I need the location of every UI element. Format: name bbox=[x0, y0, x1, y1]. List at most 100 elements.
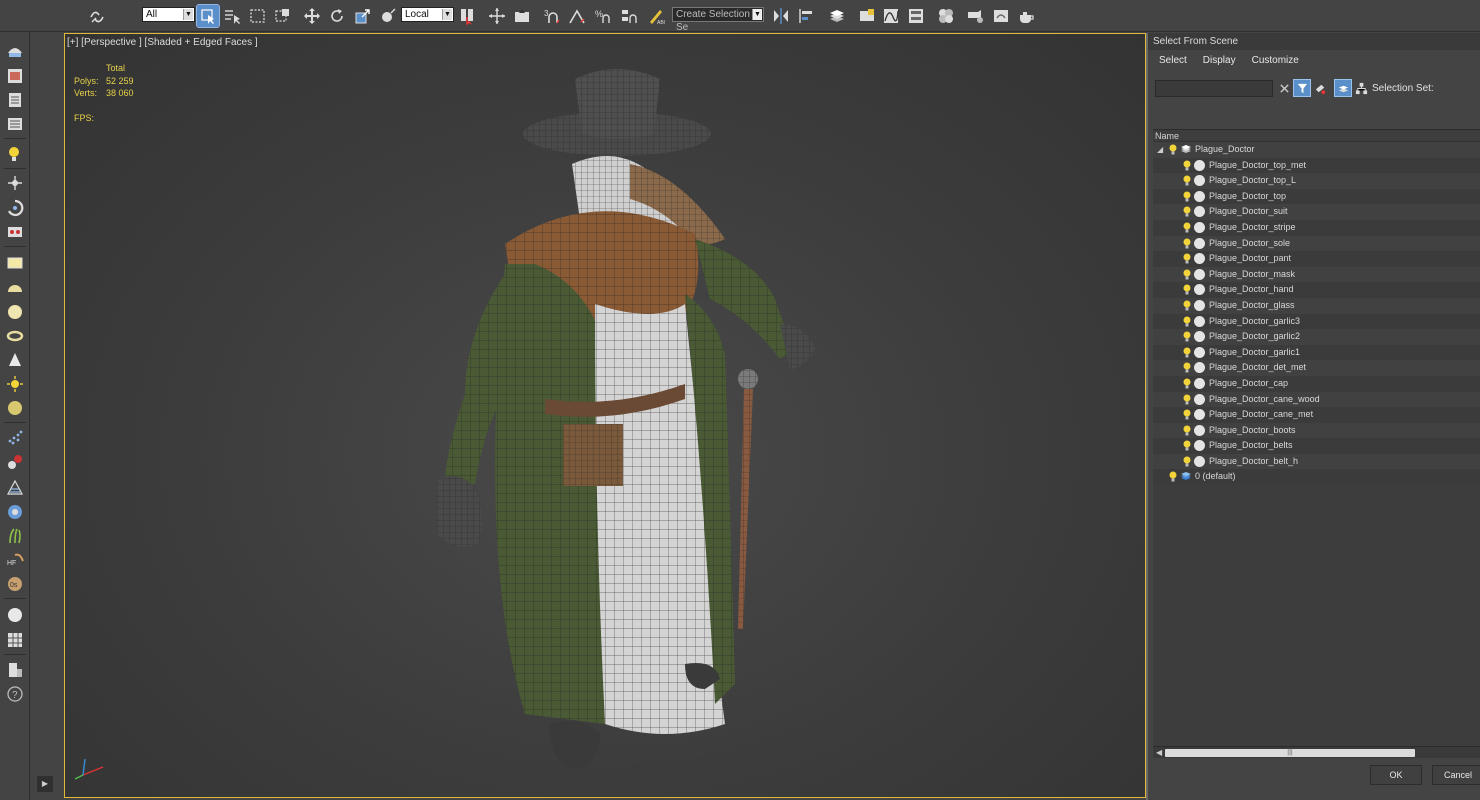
list-item[interactable]: Plague_Doctor_garlic2 bbox=[1153, 329, 1480, 345]
sun-light-icon[interactable] bbox=[5, 374, 25, 394]
list-item[interactable]: Plague_Doctor_suit bbox=[1153, 204, 1480, 220]
keyboard-shortcut-icon[interactable] bbox=[511, 5, 533, 27]
lightbulb-icon[interactable] bbox=[1183, 206, 1191, 217]
list-item[interactable]: Plague_Doctor_belt_h bbox=[1153, 453, 1480, 470]
lightbulb-icon[interactable] bbox=[1183, 175, 1191, 186]
horizontal-scrollbar[interactable]: ◀ ||| bbox=[1153, 746, 1480, 758]
align-icon[interactable] bbox=[796, 5, 818, 27]
material-editor-icon[interactable] bbox=[935, 5, 957, 27]
lightbulb-icon[interactable] bbox=[1169, 471, 1177, 482]
list-item[interactable]: Plague_Doctor_mask bbox=[1153, 266, 1480, 283]
curve-editor-icon[interactable] bbox=[880, 5, 902, 27]
plane-primitive-icon[interactable] bbox=[5, 253, 25, 273]
expand-panel-arrow-icon[interactable]: ▶ bbox=[37, 776, 53, 792]
help-icon[interactable]: ? bbox=[5, 684, 25, 704]
particles-icon[interactable] bbox=[5, 428, 25, 448]
lightbulb-icon[interactable] bbox=[1183, 440, 1191, 451]
toggle-ribbon-icon[interactable] bbox=[856, 5, 878, 27]
scroll-left-arrow-icon[interactable]: ◀ bbox=[1156, 748, 1162, 757]
lightbulb-icon[interactable] bbox=[1183, 316, 1191, 327]
list-item[interactable]: Plague_Doctor_det_met bbox=[1153, 360, 1480, 376]
reference-coordinate-dropdown[interactable]: Local ▼ bbox=[401, 7, 454, 22]
column-header-name[interactable]: Name bbox=[1153, 130, 1480, 142]
grid-object-icon[interactable] bbox=[5, 630, 25, 650]
cloth-icon[interactable] bbox=[5, 478, 25, 498]
list-item[interactable]: Plague_Doctor_belts bbox=[1153, 438, 1480, 454]
tree-root-plague-doctor[interactable]: ◢ Plague_Doctor bbox=[1153, 142, 1480, 158]
hair-dynamics-icon[interactable]: 0s bbox=[5, 574, 25, 594]
expand-arrow-icon[interactable]: ◢ bbox=[1157, 142, 1163, 158]
snaps-toggle-icon[interactable]: 3 bbox=[541, 5, 563, 27]
sphere-primitive-icon[interactable] bbox=[5, 302, 25, 322]
list-item[interactable]: Plague_Doctor_glass bbox=[1153, 297, 1480, 314]
lightbulb-icon[interactable] bbox=[1183, 222, 1191, 233]
rotate-icon[interactable] bbox=[326, 5, 348, 27]
lightbulb-icon[interactable] bbox=[1183, 160, 1191, 171]
hierarchy-panel-icon[interactable] bbox=[5, 90, 25, 110]
utilities-icon[interactable] bbox=[5, 660, 25, 680]
list-item[interactable]: Plague_Doctor_hand bbox=[1153, 282, 1480, 298]
named-selection-set-dropdown[interactable]: Create Selection Se ▼ bbox=[672, 7, 764, 33]
fluids-icon[interactable] bbox=[5, 502, 25, 522]
schematic-view-icon[interactable] bbox=[905, 5, 927, 27]
lightbulb-icon[interactable] bbox=[1183, 191, 1191, 202]
list-item[interactable]: Plague_Doctor_top_met bbox=[1153, 157, 1480, 174]
list-item[interactable]: Plague_Doctor_boots bbox=[1153, 422, 1480, 439]
spinner-snap-icon[interactable] bbox=[617, 5, 639, 27]
list-item[interactable]: Plague_Doctor_cane_wood bbox=[1153, 391, 1480, 408]
edit-named-selection-icon[interactable]: ABC bbox=[645, 5, 667, 27]
list-item[interactable]: Plague_Doctor_cap bbox=[1153, 375, 1480, 392]
torus-primitive-icon[interactable] bbox=[5, 326, 25, 346]
move-icon[interactable] bbox=[301, 5, 323, 27]
scrollbar-thumb[interactable]: ||| bbox=[1165, 749, 1415, 757]
lightbulb-icon[interactable] bbox=[1183, 394, 1191, 405]
lights-icon[interactable] bbox=[5, 144, 25, 164]
list-item[interactable]: Plague_Doctor_top bbox=[1153, 188, 1480, 205]
motion-panel-icon[interactable] bbox=[5, 114, 25, 134]
list-item[interactable]: Plague_Doctor_pant bbox=[1153, 251, 1480, 267]
scene-object-list[interactable]: Name ◢ Plague_Doctor Plague_Doctor_top_m… bbox=[1153, 129, 1480, 749]
pivot-center-icon[interactable] bbox=[456, 5, 478, 27]
list-item[interactable]: Plague_Doctor_stripe bbox=[1153, 219, 1480, 236]
menu-display[interactable]: Display bbox=[1203, 55, 1236, 66]
sort-by-layers-icon[interactable] bbox=[1334, 79, 1352, 97]
lightbulb-icon[interactable] bbox=[1183, 331, 1191, 342]
plague-doctor-model[interactable] bbox=[65, 34, 1146, 798]
render-setup-icon[interactable] bbox=[965, 5, 987, 27]
create-panel-icon[interactable] bbox=[5, 42, 25, 62]
find-case-sensitive-icon[interactable] bbox=[1312, 80, 1328, 96]
lightbulb-icon[interactable] bbox=[1183, 253, 1191, 264]
dynamics-icon[interactable] bbox=[5, 452, 25, 472]
select-by-name-button[interactable] bbox=[221, 5, 243, 27]
link-icon[interactable] bbox=[86, 5, 108, 27]
rendered-frame-window-icon[interactable] bbox=[990, 5, 1012, 27]
list-item[interactable]: Plague_Doctor_top_L bbox=[1153, 173, 1480, 189]
name-search-input[interactable] bbox=[1155, 80, 1273, 97]
render-production-icon[interactable] bbox=[1015, 5, 1037, 27]
lightbulb-icon[interactable] bbox=[1183, 269, 1191, 280]
list-item[interactable]: Plague_Doctor_garlic3 bbox=[1153, 313, 1480, 330]
clear-search-icon[interactable] bbox=[1276, 80, 1292, 96]
hair-fur-icon[interactable] bbox=[5, 526, 25, 546]
hemisphere-primitive-icon[interactable] bbox=[5, 278, 25, 298]
list-item[interactable]: Plague_Doctor_sole bbox=[1153, 235, 1480, 252]
scene-explorer-icon[interactable] bbox=[5, 605, 25, 625]
rectangular-selection-icon[interactable] bbox=[247, 5, 269, 27]
perspective-viewport[interactable]: [+] [Perspective ] [Shaded + Edged Faces… bbox=[64, 33, 1146, 798]
layer-manager-icon[interactable] bbox=[826, 5, 848, 27]
lightbulb-icon[interactable] bbox=[1183, 456, 1191, 467]
modify-panel-icon[interactable] bbox=[5, 66, 25, 86]
filter-icon[interactable] bbox=[1293, 79, 1311, 97]
lightbulb-icon[interactable] bbox=[1183, 238, 1191, 249]
lightbulb-icon[interactable] bbox=[1183, 409, 1191, 420]
lightbulb-icon[interactable] bbox=[1169, 144, 1177, 155]
angle-snap-icon[interactable] bbox=[566, 5, 588, 27]
sort-by-hierarchy-icon[interactable] bbox=[1353, 80, 1369, 96]
scale-icon[interactable] bbox=[352, 5, 374, 27]
spacewarps-icon[interactable] bbox=[5, 198, 25, 218]
select-object-button[interactable] bbox=[196, 4, 220, 28]
cancel-button[interactable]: Cancel bbox=[1432, 765, 1480, 785]
lightbulb-icon[interactable] bbox=[1183, 284, 1191, 295]
systems-icon[interactable] bbox=[5, 222, 25, 242]
cone-primitive-icon[interactable] bbox=[5, 350, 25, 370]
